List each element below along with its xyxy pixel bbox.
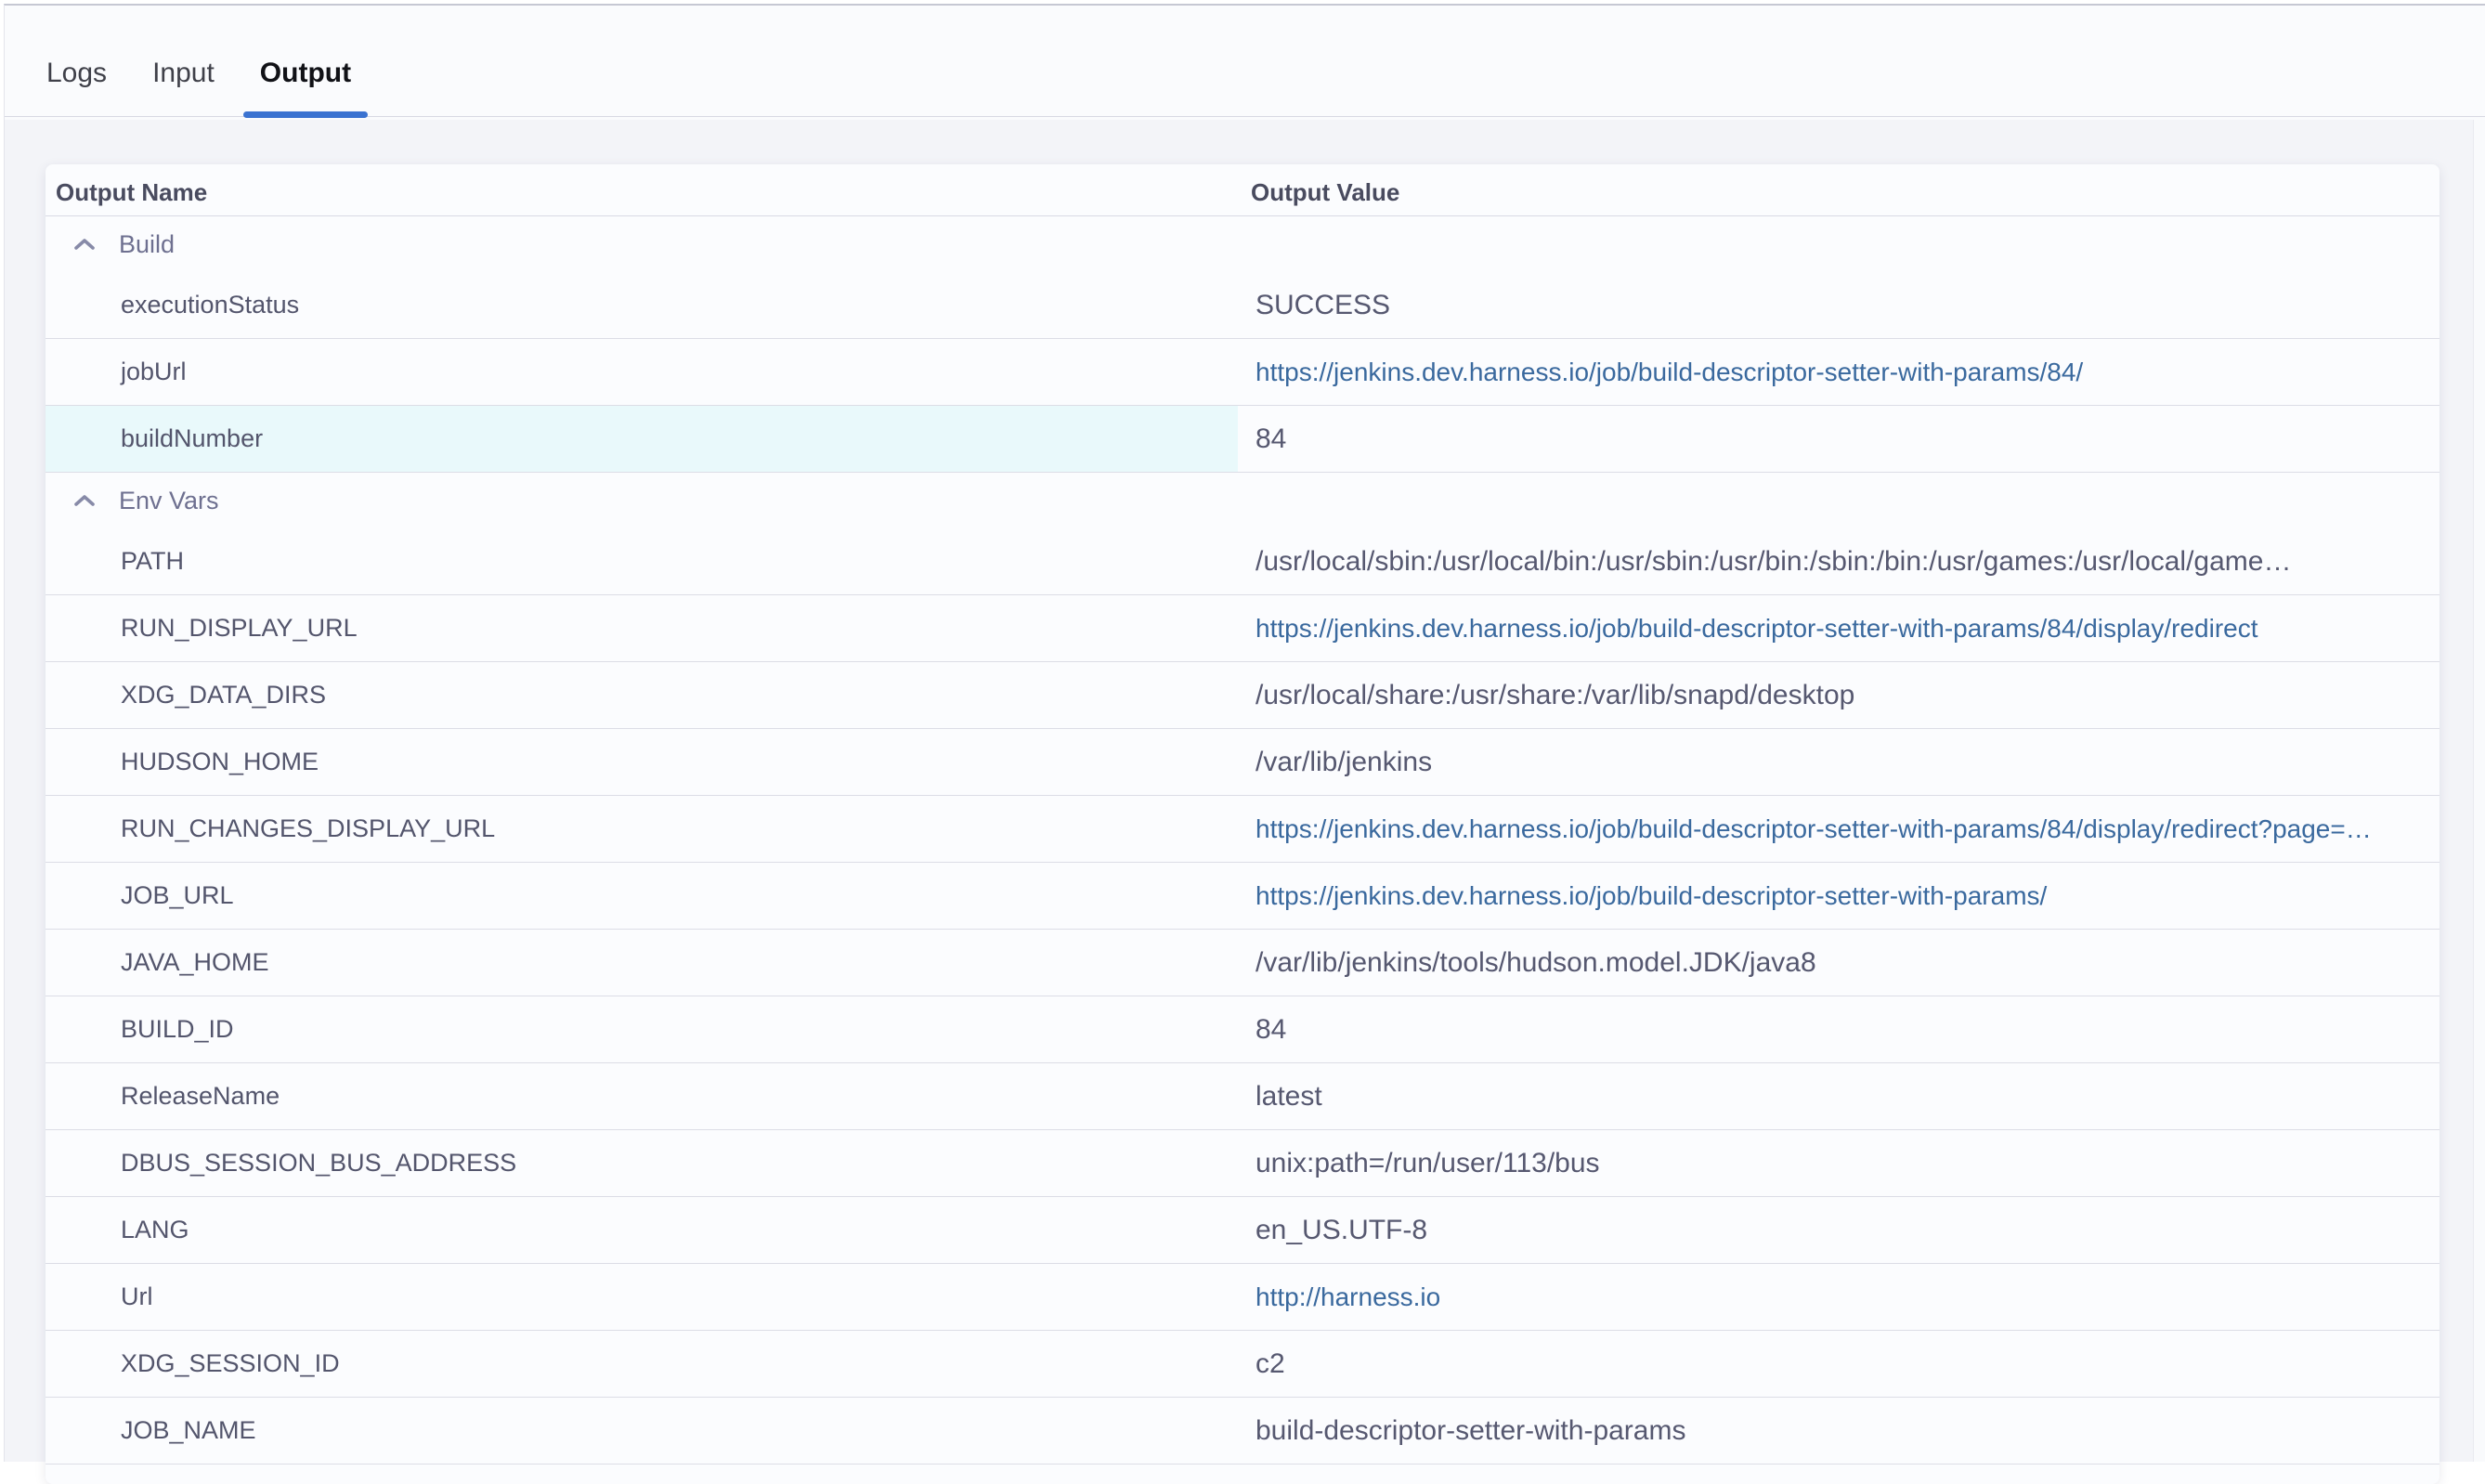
output-name-cell: BUILD_ID — [46, 996, 1238, 1062]
output-name-cell: executionStatus — [46, 272, 1238, 338]
table-row: Url http://harness.io — [46, 1264, 2439, 1331]
output-value-cell: c2 — [1238, 1331, 2439, 1397]
output-name-cell: LANG — [46, 1197, 1238, 1263]
table-row: JOB_NAME build-descriptor-setter-with-par… — [46, 1398, 2439, 1464]
output-name-cell: DBUS_SESSION_BUS_ADDRESS — [46, 1130, 1238, 1196]
value-text: /usr/local/share:/usr/share:/var/lib/sna… — [1256, 680, 1854, 711]
table-row: ReleaseName latest — [46, 1063, 2439, 1130]
table-body: Build executionStatus SUCCESS jobUrl https:/… — [46, 216, 2439, 1464]
output-table-card: Output Name Output Value Build executionS… — [46, 164, 2439, 1484]
tab-logs[interactable]: Logs — [30, 30, 124, 117]
value-text: build-descriptor-setter-with-params — [1256, 1415, 1685, 1447]
output-value-cell: /usr/local/share:/usr/share:/var/lib/sna… — [1238, 662, 2439, 728]
table-row: jobUrl https://jenkins.dev.harness.io/job… — [46, 339, 2439, 406]
value-text: latest — [1256, 1081, 1322, 1113]
output-name-cell: buildNumber — [46, 406, 1238, 472]
output-name-cell: JOB_URL — [46, 863, 1238, 929]
output-value-cell: https://jenkins.dev.harness.io/job/build… — [1238, 863, 2439, 929]
content-area: Output Name Output Value Build executionS… — [5, 120, 2485, 1462]
output-name-cell: ReleaseName — [46, 1063, 1238, 1129]
chevron-up-icon[interactable] — [73, 494, 96, 508]
output-value-cell: https://jenkins.dev.harness.io/job/build… — [1238, 339, 2439, 405]
section-row-build[interactable]: Build — [46, 216, 2439, 272]
output-value-cell: SUCCESS — [1238, 272, 2439, 338]
chevron-up-icon[interactable] — [73, 238, 96, 252]
section-label: Env Vars — [119, 487, 219, 515]
column-header-output-value: Output Value — [1238, 178, 2439, 207]
tab-output[interactable]: Output — [243, 30, 368, 117]
table-row: XDG_DATA_DIRS/usr/local/share:/usr/share… — [46, 662, 2439, 729]
table-row: JOB_URL https://jenkins.dev.harness.io/jo… — [46, 863, 2439, 930]
output-name-cell: HUDSON_HOME — [46, 729, 1238, 795]
output-name-cell: JOB_NAME — [46, 1398, 1238, 1464]
column-header-output-name: Output Name — [46, 178, 1238, 207]
output-value-cell: 84 — [1238, 996, 2439, 1062]
output-value-cell: /usr/local/sbin:/usr/local/bin:/usr/sbin… — [1238, 528, 2439, 594]
output-value-cell: build-descriptor-setter-with-params — [1238, 1398, 2439, 1464]
output-name-cell: Url — [46, 1264, 1238, 1330]
value-text: SUCCESS — [1256, 290, 1390, 321]
table-row: buildNumber 84 — [46, 406, 2439, 473]
output-value-cell: en_US.UTF-8 — [1238, 1197, 2439, 1263]
tab-bar: LogsInputOutput — [5, 6, 2485, 117]
output-name-cell: PATH — [46, 528, 1238, 594]
table-row: HUDSON_HOME/var/lib/jenkins — [46, 729, 2439, 796]
value-text: /usr/local/sbin:/usr/local/bin:/usr/sbin… — [1256, 546, 2291, 578]
tab-input[interactable]: Input — [136, 30, 231, 117]
section-label: Build — [119, 230, 175, 259]
section-row-env-vars[interactable]: Env Vars — [46, 473, 2439, 528]
value-link[interactable]: https://jenkins.dev.harness.io/job/build… — [1256, 814, 2372, 844]
output-name-cell: JAVA_HOME — [46, 930, 1238, 996]
value-text: 84 — [1256, 423, 1286, 455]
value-link[interactable]: http://harness.io — [1256, 1282, 1440, 1312]
output-name-cell: RUN_CHANGES_DISPLAY_URL — [46, 796, 1238, 862]
table-row: executionStatus SUCCESS — [46, 272, 2439, 339]
table-row: PATH/usr/local/sbin:/usr/local/bin:/usr/… — [46, 528, 2439, 595]
output-name-cell: RUN_DISPLAY_URL — [46, 595, 1238, 661]
output-value-cell: http://harness.io — [1238, 1264, 2439, 1330]
value-text: c2 — [1256, 1348, 1285, 1380]
scrollbar-track[interactable] — [2473, 120, 2485, 1462]
output-value-cell: https://jenkins.dev.harness.io/job/build… — [1238, 796, 2439, 862]
output-name-cell: XDG_SESSION_ID — [46, 1331, 1238, 1397]
value-link[interactable]: https://jenkins.dev.harness.io/job/build… — [1256, 358, 2083, 387]
value-text: en_US.UTF-8 — [1256, 1215, 1427, 1246]
table-row: XDG_SESSION_ID c2 — [46, 1331, 2439, 1398]
output-value-cell: /var/lib/jenkins/tools/hudson.model.JDK/… — [1238, 930, 2439, 996]
output-value-cell: unix:path=/run/user/113/bus — [1238, 1130, 2439, 1196]
table-row: BUILD_ID 84 — [46, 996, 2439, 1063]
value-text: unix:path=/run/user/113/bus — [1256, 1148, 1600, 1179]
value-text: 84 — [1256, 1014, 1286, 1046]
output-value-cell: /var/lib/jenkins — [1238, 729, 2439, 795]
value-text: /var/lib/jenkins/tools/hudson.model.JDK/… — [1256, 947, 1816, 979]
table-header: Output Name Output Value — [46, 164, 2439, 216]
output-value-cell: latest — [1238, 1063, 2439, 1129]
value-text: /var/lib/jenkins — [1256, 747, 1432, 778]
value-link[interactable]: https://jenkins.dev.harness.io/job/build… — [1256, 614, 2258, 644]
table-row: DBUS_SESSION_BUS_ADDRESS unix:path=/run/u… — [46, 1130, 2439, 1197]
table-row: RUN_DISPLAY_URL https://jenkins.dev.harne… — [46, 595, 2439, 662]
output-value-cell: 84 — [1238, 406, 2439, 472]
window: LogsInputOutput Output Name Output Value… — [4, 4, 2485, 1462]
output-value-cell: https://jenkins.dev.harness.io/job/build… — [1238, 595, 2439, 661]
table-row: LANG en_US.UTF-8 — [46, 1197, 2439, 1264]
output-name-cell: XDG_DATA_DIRS — [46, 662, 1238, 728]
table-row: JAVA_HOME/var/lib/jenkins/tools/hudson.m… — [46, 930, 2439, 996]
table-row: RUN_CHANGES_DISPLAY_URL https://jenkins.d… — [46, 796, 2439, 863]
value-link[interactable]: https://jenkins.dev.harness.io/job/build… — [1256, 881, 2047, 911]
output-name-cell: jobUrl — [46, 339, 1238, 405]
